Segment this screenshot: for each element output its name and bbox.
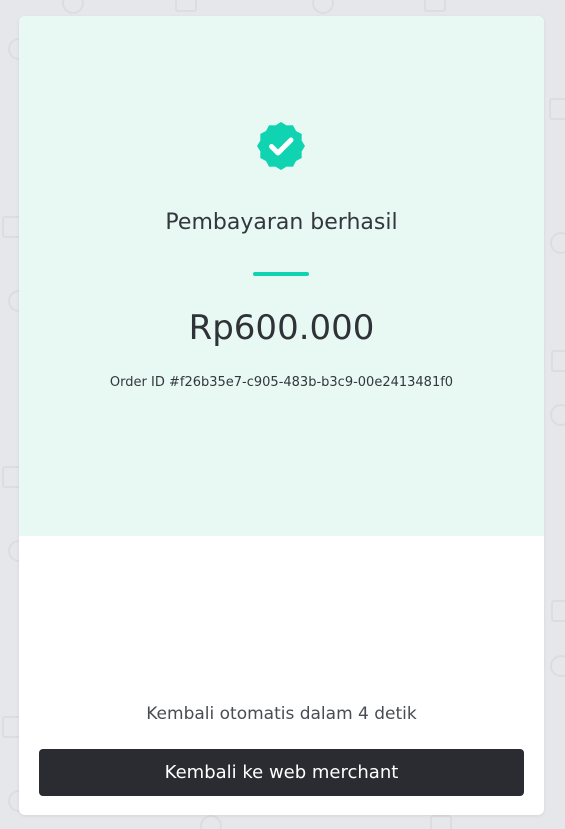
- return-to-merchant-button[interactable]: Kembali ke web merchant: [39, 749, 524, 796]
- success-panel: Pembayaran berhasil Rp600.000 Order ID #…: [19, 16, 544, 536]
- check-badge-icon: [257, 122, 305, 170]
- redirect-countdown: Kembali otomatis dalam 4 detik: [146, 704, 417, 724]
- order-id: Order ID #f26b35e7-c905-483b-b3c9-00e241…: [109, 375, 454, 390]
- payment-status-title: Pembayaran berhasil: [165, 210, 398, 235]
- accent-divider: [253, 272, 309, 276]
- payment-result-card: Pembayaran berhasil Rp600.000 Order ID #…: [19, 16, 544, 815]
- payment-amount: Rp600.000: [188, 308, 375, 348]
